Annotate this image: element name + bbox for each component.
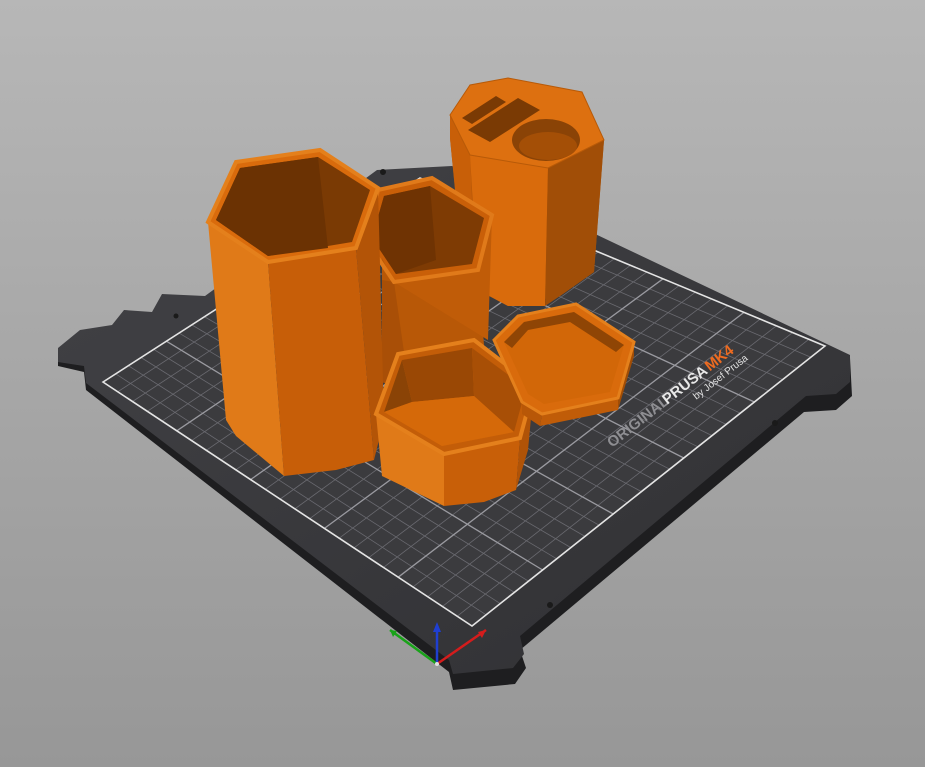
3d-viewport[interactable]: ORIGINAL PRUSA MK4 by Josef Prusa: [0, 0, 925, 767]
print-scene[interactable]: ORIGINAL PRUSA MK4 by Josef Prusa: [0, 0, 925, 767]
bed-hole: [772, 420, 778, 426]
bed-hole: [173, 313, 179, 319]
bed-hole: [380, 169, 386, 175]
model-hex-cup-tall[interactable]: [205, 147, 384, 476]
bed-hole: [547, 602, 553, 608]
